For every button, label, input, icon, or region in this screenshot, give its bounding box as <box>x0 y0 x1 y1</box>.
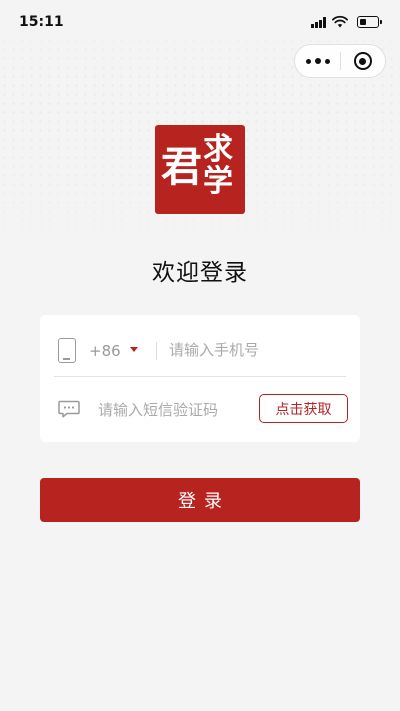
page-title: 欢迎登录 <box>152 260 248 286</box>
logo-char-top: 求 <box>203 132 233 167</box>
mini-program-capsule <box>294 44 386 78</box>
app-logo: 君 求 学 <box>155 125 245 214</box>
message-icon <box>58 400 80 418</box>
login-button[interactable]: 登录 <box>40 478 360 522</box>
phone-icon <box>58 338 76 363</box>
battery-icon <box>357 16 382 28</box>
country-code[interactable]: +86 <box>89 342 121 360</box>
caret-down-icon[interactable] <box>130 347 138 352</box>
phone-row: +86 <box>40 315 360 377</box>
wifi-icon <box>332 15 348 28</box>
status-time: 15:11 <box>19 14 64 30</box>
close-circle-icon[interactable] <box>341 45 385 77</box>
get-code-button[interactable]: 点击获取 <box>259 394 348 423</box>
status-bar: 15:11 <box>0 0 400 44</box>
logo-char-bottom: 学 <box>203 164 233 199</box>
more-dots-icon[interactable] <box>295 45 340 77</box>
code-row: 点击获取 <box>40 377 360 442</box>
logo-char-main: 君 <box>161 143 202 191</box>
login-form-card: +86 点击获取 <box>40 315 360 442</box>
phone-row-separator <box>156 342 157 360</box>
phone-input[interactable] <box>169 337 339 363</box>
signal-icon <box>311 17 327 28</box>
sms-code-input[interactable] <box>98 397 248 423</box>
